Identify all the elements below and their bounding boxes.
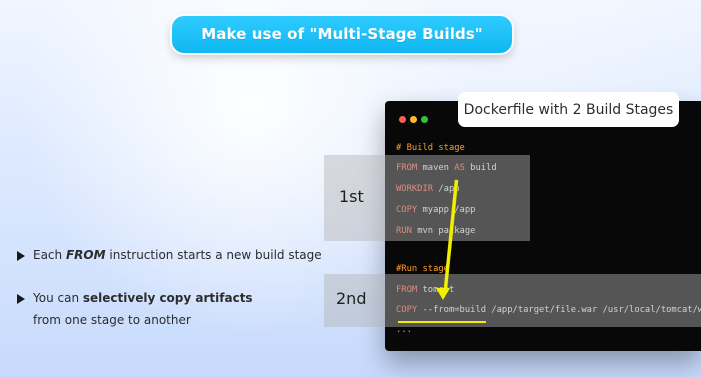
page-title: Make use of "Multi-Stage Builds" — [201, 25, 483, 43]
second-stage-highlight — [324, 274, 701, 327]
build-stage-comment: # Build stage — [396, 143, 465, 153]
dockerfile-callout: Dockerfile with 2 Build Stages — [458, 92, 679, 127]
run-stage-comment-line: #Run stage — [396, 265, 449, 274]
bullet-bold-copy-artifacts: selectively copy artifacts — [82, 291, 253, 305]
ellipsis-line: ... — [396, 325, 412, 335]
triangle-right-icon — [17, 251, 25, 261]
yellow-dot-icon — [410, 116, 417, 123]
bullet-text-from-instruction: Each FROM instruction starts a new build… — [33, 248, 322, 263]
bullet-prefix-1: Each — [33, 248, 66, 262]
bullet-item-from-instruction: Each FROM instruction starts a new build… — [17, 248, 322, 263]
second-stage-label: 2nd — [336, 289, 367, 308]
green-dot-icon — [421, 116, 428, 123]
callout-text: Dockerfile with 2 Build Stages — [463, 101, 674, 118]
bullet-prefix-2: You can — [33, 291, 83, 305]
bullet-suffix-1: instruction starts a new build stage — [109, 248, 322, 262]
from-build-underline — [398, 321, 486, 323]
bullet-keyword-from: FROM — [65, 248, 106, 262]
run-stage-comment: #Run stage — [396, 264, 449, 274]
window-controls — [399, 116, 428, 123]
first-stage-label: 1st — [339, 187, 364, 206]
red-dot-icon — [399, 116, 406, 123]
build-stage-comment-line: # Build stage — [396, 144, 465, 153]
bullet-subtext-copy-artifacts: from one stage to another — [33, 313, 191, 327]
yellow-arrow-head — [436, 288, 450, 300]
triangle-right-icon — [17, 294, 25, 304]
bullet-text-copy-artifacts: You can selectively copy artifacts — [33, 291, 253, 306]
title-banner: Make use of "Multi-Stage Builds" — [172, 16, 512, 53]
bullet-item-copy-artifacts: You can selectively copy artifacts — [17, 291, 253, 306]
